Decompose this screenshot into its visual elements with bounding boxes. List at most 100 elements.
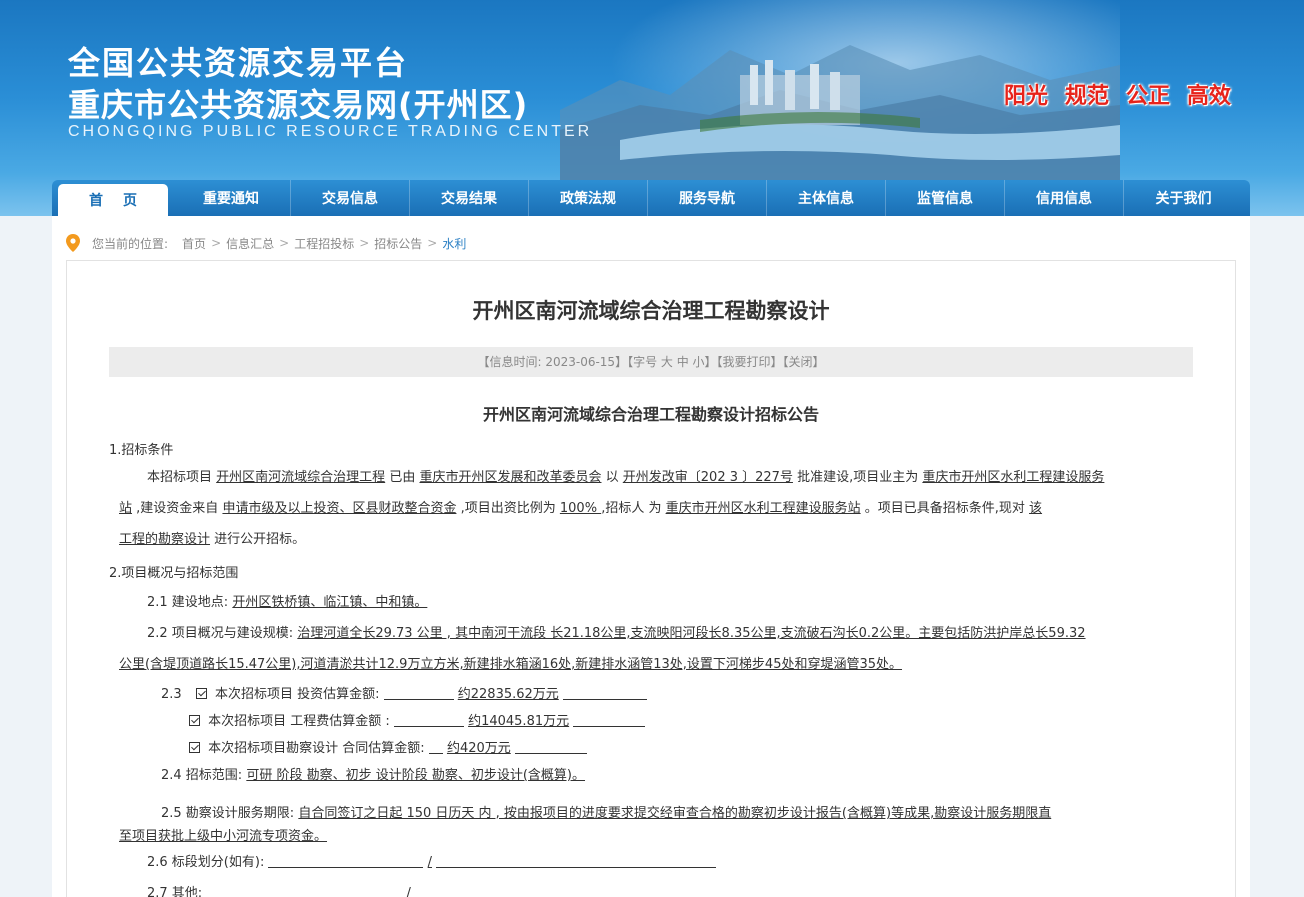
breadcrumb-separator: > [427, 236, 438, 250]
approval-number: 开州发改审〔202 3 〕227号 [622, 470, 793, 485]
site-title-secondary: 重庆市公共资源交易网(开州区) [68, 86, 529, 124]
section-1-line-2: 站 ,建设资金来自 申请市级及以上投资、区县财政整合资金 ,项目出资比例为 10… [119, 497, 1042, 516]
article-panel: 开州区南河流域综合治理工程勘察设计 【信息时间: 2023-06-15】【字号 … [66, 260, 1236, 897]
slogan-4: 高效 [1187, 84, 1232, 109]
slogan-3: 公正 [1126, 84, 1171, 109]
breadcrumb-engineering-bidding[interactable]: 工程招投标 [294, 235, 354, 252]
nav-supervision[interactable]: 监管信息 [886, 180, 1005, 216]
slogan-1: 阳光 [1004, 84, 1049, 109]
checkbox-checked-icon [195, 688, 207, 699]
breadcrumb: 您当前的位置: 首页 > 信息汇总 > 工程招投标 > 招标公告 > 水利 [66, 234, 466, 252]
scope-cont: 工程的勘察设计 [119, 532, 211, 547]
breadcrumb-water-conservancy[interactable]: 水利 [442, 235, 466, 252]
nav-trade-info[interactable]: 交易信息 [291, 180, 410, 216]
text: 已由 [389, 470, 416, 485]
breadcrumb-tender-notice[interactable]: 招标公告 [374, 235, 422, 252]
breadcrumb-separator: > [279, 236, 290, 250]
blank-line [573, 714, 646, 727]
project-name: 开州区南河流域综合治理工程 [216, 470, 386, 485]
label: 2.5 勘察设计服务期限: [161, 806, 295, 821]
fund-ratio: 100% [559, 501, 602, 516]
project-owner: 重庆市开州区水利工程建设服务 [922, 470, 1105, 485]
nav-service-guide[interactable]: 服务导航 [648, 180, 767, 216]
section-2-heading: 2.项目概况与招标范围 [109, 566, 239, 581]
project-owner-cont: 站 [119, 501, 133, 516]
contract-estimate: 约420万元 [446, 741, 511, 756]
blank-line [562, 687, 647, 700]
other-value: / [406, 886, 411, 897]
construction-cost-estimate: 约14045.81万元 [468, 714, 570, 729]
label: 本次招标项目 工程费估算金额 : [208, 714, 390, 729]
construction-location: 开州区铁桥镇、临江镇、中和镇。 [232, 595, 428, 610]
blank-line [393, 714, 464, 727]
text: 进行公开招标。 [214, 532, 306, 547]
section-2-3-item-3: 本次招标项目勘察设计 合同估算金额: 约420万元 [189, 737, 587, 756]
nav-notices[interactable]: 重要通知 [172, 180, 291, 216]
service-period-line-2: 至项目获批上级中小河流专项资金。 [119, 829, 328, 844]
breadcrumb-prefix: 您当前的位置: [92, 236, 169, 251]
main-nav: 首页 重要通知 交易信息 交易结果 政策法规 服务导航 主体信息 监管信息 信用… [52, 180, 1250, 216]
blank-line [268, 855, 424, 868]
section-1-line-3: 工程的勘察设计 进行公开招标。 [119, 528, 305, 547]
nav-trade-results[interactable]: 交易结果 [410, 180, 529, 216]
approval-authority: 重庆市开州区发展和改革委员会 [419, 470, 602, 485]
label: 2.2 项目概况与建设规模: [147, 626, 294, 641]
section-2-1: 2.1 建设地点: 开州区铁桥镇、临江镇、中和镇。 [147, 591, 427, 610]
text: 批准建设,项目业主为 [797, 470, 919, 485]
main-content: 您当前的位置: 首页 > 信息汇总 > 工程招投标 > 招标公告 > 水利 开州… [52, 216, 1250, 897]
label: 本次招标项目勘察设计 合同估算金额: [208, 741, 425, 756]
breadcrumb-separator: > [211, 236, 222, 250]
slogans: 阳光 规范 公正 高效 [1004, 78, 1231, 110]
text: 。项目已具备招标条件,现对 [864, 501, 1025, 516]
label: 本次招标项目 投资估算金额: [214, 687, 380, 702]
breadcrumb-home[interactable]: 首页 [182, 235, 206, 252]
section-2-4: 2.4 招标范围: 可研 阶段 勘察、初步 设计阶段 勘察、初步设计(含概算)。 [161, 764, 585, 783]
text: ,项目出资比例为 [460, 501, 556, 516]
location-pin-icon [66, 234, 80, 252]
blank-line [436, 855, 717, 868]
checkbox-checked-icon [189, 715, 200, 726]
section-2-5: 2.5 勘察设计服务期限: 自合同签订之日起 150 日历天 内 , 按由报项目… [161, 802, 1051, 821]
project-scale-line-2: 公里(含堤顶道路长15.47公里),河道清淤共计12.9万立方米,新建排水箱涵1… [119, 657, 903, 672]
investment-estimate: 约22835.62万元 [457, 687, 559, 702]
notice-title: 开州区南河流域综合治理工程勘察设计招标公告 [482, 405, 819, 424]
scope: 该 [1029, 501, 1043, 516]
slogan-2: 规范 [1065, 84, 1110, 109]
label: 2.1 建设地点: [147, 595, 229, 610]
label: 2.7 其他: [147, 886, 203, 897]
section-2-2: 2.2 项目概况与建设规模: 治理河道全长29.73 公里 , 其中南河干流段 … [147, 622, 1086, 641]
article-title: 开州区南河流域综合治理工程勘察设计 [472, 299, 830, 323]
label: 2.4 招标范围: [161, 768, 243, 783]
service-period-line-1: 自合同签订之日起 150 日历天 内 , 按由报项目的进度要求提交经审查合格的勘… [298, 806, 1052, 821]
fund-source: 申请市级及以上投资、区县财政整合资金 [222, 501, 457, 516]
section-2-3-item-1: 2.3 本次招标项目 投资估算金额: 约22835.62万元 [161, 683, 647, 702]
text: ,招标人 为 [601, 501, 662, 516]
tenderer: 重庆市开州区水利工程建设服务站 [665, 501, 861, 516]
breadcrumb-info-summary[interactable]: 信息汇总 [226, 235, 274, 252]
section-2-3-item-2: 本次招标项目 工程费估算金额 : 约14045.81万元 [189, 710, 646, 729]
site-subtitle-english: CHONGQING PUBLIC RESOURCE TRADING CENTER [68, 123, 593, 140]
nav-policies[interactable]: 政策法规 [529, 180, 648, 216]
blank-line [514, 741, 587, 754]
blank-line [428, 741, 443, 754]
tender-scope: 可研 阶段 勘察、初步 设计阶段 勘察、初步设计(含概算)。 [246, 768, 586, 783]
project-scale-line-1: 治理河道全长29.73 公里 , 其中南河干流段 长21.18公里,支流映阳河段… [297, 626, 1086, 641]
nav-about[interactable]: 关于我们 [1124, 180, 1243, 216]
breadcrumb-separator: > [359, 236, 370, 250]
nav-entity-info[interactable]: 主体信息 [767, 180, 886, 216]
label: 2.6 标段划分(如有): [147, 855, 265, 870]
section-1-heading: 1.招标条件 [109, 443, 174, 458]
section-2-6: 2.6 标段划分(如有): / [147, 851, 717, 870]
nav-home[interactable]: 首页 [58, 184, 168, 216]
checkbox-checked-icon [189, 742, 200, 753]
nav-credit[interactable]: 信用信息 [1005, 180, 1124, 216]
article-meta-bar[interactable]: 【信息时间: 2023-06-15】【字号 大 中 小】【我要打印】【关闭】 [109, 347, 1193, 377]
text: 以 [605, 470, 619, 485]
blank-line [383, 687, 454, 700]
section-1-line-1: 本招标项目 开州区南河流域综合治理工程 已由 重庆市开州区发展和改革委员会 以 … [147, 466, 1104, 485]
section-number: 2.3 [161, 687, 182, 702]
site-title-primary: 全国公共资源交易平台 [68, 44, 409, 82]
section-2-7: 2.7 其他: / [147, 882, 597, 897]
